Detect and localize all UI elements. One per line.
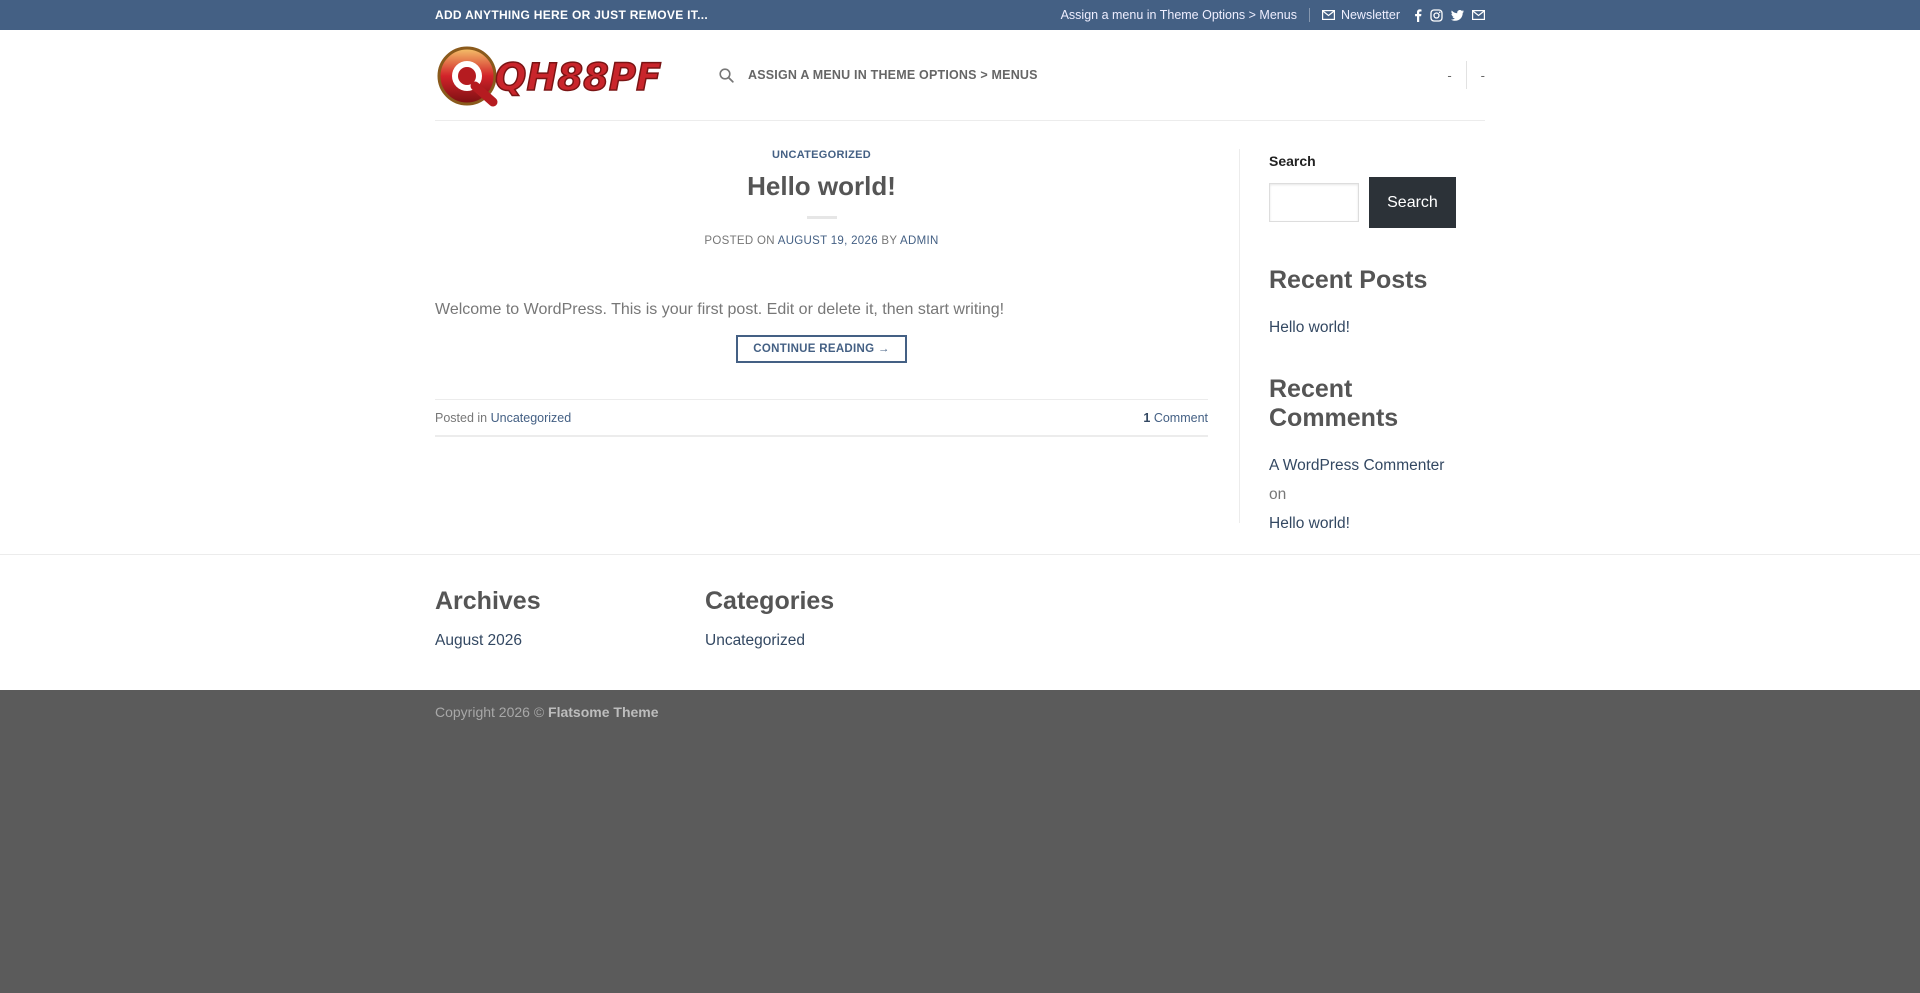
categories-widget: Categories Uncategorized — [705, 587, 975, 650]
twitter-icon[interactable] — [1451, 9, 1464, 21]
commenter-link[interactable]: A WordPress Commenter — [1269, 457, 1444, 474]
sidebar-search-label: Search — [1269, 153, 1316, 169]
top-bar-right: Assign a menu in Theme Options > Menus N… — [1061, 8, 1485, 22]
category-link[interactable]: Uncategorized — [705, 632, 975, 650]
posted-in-category-link[interactable]: Uncategorized — [491, 411, 572, 425]
newsletter-label: Newsletter — [1340, 8, 1400, 22]
comments-link[interactable]: 1 Comment — [1143, 411, 1208, 425]
title-divider — [806, 216, 837, 219]
footer-widgets: Archives August 2026 Categories Uncatego… — [0, 554, 1920, 690]
archives-widget: Archives August 2026 — [435, 587, 705, 650]
comment-label: Comment — [1153, 410, 1208, 425]
on-label: on — [1269, 486, 1287, 503]
posted-on-label: POSTED ON — [704, 235, 775, 247]
sidebar-search-button[interactable]: Search — [1368, 177, 1456, 228]
continue-reading-button[interactable]: CONTINUE READING → — [736, 335, 907, 363]
facebook-icon[interactable] — [1414, 8, 1422, 22]
top-bar-promo: ADD ANYTHING HERE OR JUST REMOVE IT... — [435, 8, 708, 22]
header-search-button[interactable] — [719, 67, 734, 83]
header-right-item-2[interactable]: - — [1481, 68, 1485, 83]
search-icon — [719, 67, 734, 83]
post-author-link[interactable]: ADMIN — [900, 235, 939, 247]
logo-image: QH88PF — [437, 46, 662, 107]
post-footer: Posted in Uncategorized 1 Comment — [435, 399, 1208, 437]
site-header: QH88PF ASSIGN A MENU IN THEME OPTIONS > … — [0, 30, 1920, 121]
comment-count: 1 — [1143, 410, 1151, 425]
envelope-icon — [1321, 10, 1335, 20]
post-title[interactable]: Hello world! — [435, 171, 1208, 202]
email-icon[interactable] — [1472, 10, 1485, 20]
posted-in: Posted in Uncategorized — [435, 411, 571, 425]
site-logo[interactable]: QH88PF — [435, 40, 685, 110]
posted-in-label: Posted in — [435, 410, 488, 425]
by-label: BY — [881, 235, 898, 247]
header-divider — [1465, 61, 1467, 89]
recent-comment-item: A WordPress Commenter on Hello world! — [1269, 451, 1456, 538]
recent-comments-heading: Recent Comments — [1269, 375, 1399, 432]
sidebar-search-form: Search — [1269, 177, 1456, 228]
post-date-link[interactable]: AUGUST 19, 2026 — [778, 235, 878, 247]
newsletter-link[interactable]: Newsletter — [1321, 8, 1400, 22]
recent-posts-heading: Recent Posts — [1269, 266, 1428, 294]
top-menu-hint[interactable]: Assign a menu in Theme Options > Menus — [1061, 8, 1297, 22]
logo-text: QH88PF — [495, 56, 661, 99]
social-icons — [1414, 8, 1485, 22]
comment-post-link[interactable]: Hello world! — [1269, 515, 1350, 532]
sidebar: Search Search Recent Posts Hello world! … — [1240, 149, 1456, 538]
copyright-text: Copyright 2026 © — [435, 704, 545, 720]
header-right: - - — [1447, 61, 1485, 89]
archive-link[interactable]: August 2026 — [435, 632, 705, 650]
sidebar-search-input[interactable] — [1269, 183, 1359, 222]
categories-heading: Categories — [705, 587, 835, 615]
header-right-item-1[interactable]: - — [1447, 68, 1451, 83]
absolute-footer: Copyright 2026 © Flatsome Theme — [0, 690, 1920, 993]
main-nav-hint[interactable]: ASSIGN A MENU IN THEME OPTIONS > MENUS — [748, 68, 1038, 82]
post-excerpt: Welcome to WordPress. This is your first… — [435, 301, 1005, 318]
main-content: UNCATEGORIZED Hello world! POSTED ON AUG… — [0, 121, 1920, 554]
theme-credit-link[interactable]: Flatsome Theme — [548, 704, 658, 720]
post-category-link[interactable]: UNCATEGORIZED — [435, 149, 1208, 161]
top-bar-divider — [1308, 8, 1310, 22]
instagram-icon[interactable] — [1430, 8, 1443, 22]
post-article: UNCATEGORIZED Hello world! POSTED ON AUG… — [435, 149, 1208, 538]
recent-post-link[interactable]: Hello world! — [1269, 313, 1456, 342]
top-bar: ADD ANYTHING HERE OR JUST REMOVE IT... A… — [0, 0, 1920, 30]
post-meta: POSTED ON AUGUST 19, 2026 BY ADMIN — [435, 235, 1208, 247]
archives-heading: Archives — [435, 587, 541, 615]
